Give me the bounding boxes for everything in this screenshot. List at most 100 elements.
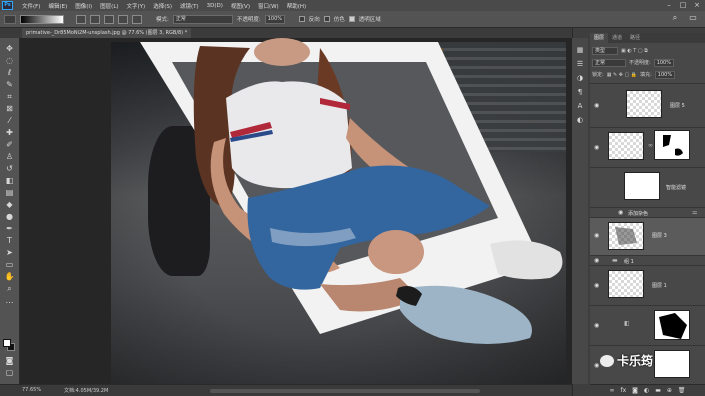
clone-stamp-tool-icon[interactable]: ♙ — [4, 152, 15, 161]
visibility-eye-icon[interactable]: ◉ — [594, 145, 602, 151]
hand-tool-icon[interactable]: ✋ — [4, 272, 15, 281]
tool-preset-picker[interactable] — [4, 14, 16, 24]
dither-checkbox[interactable] — [323, 16, 330, 22]
marquee-tool-icon[interactable]: ◌ — [4, 56, 15, 65]
foreground-color-swatch[interactable] — [3, 339, 11, 347]
type-tool-icon[interactable]: T — [4, 236, 15, 245]
smart-filter-mask[interactable] — [624, 172, 660, 200]
layer-row[interactable]: 智能滤镜 — [590, 167, 705, 207]
add-mask-icon[interactable]: ◙ — [632, 387, 638, 394]
reflected-gradient-icon[interactable] — [118, 14, 128, 24]
menu-filter[interactable]: 滤镜(T) — [180, 2, 199, 10]
opacity-field[interactable]: 100% — [264, 14, 285, 24]
layer-row[interactable]: ◉ 图层 3 — [590, 217, 705, 255]
zoom-level[interactable]: 77.65% — [22, 387, 41, 393]
move-tool-icon[interactable]: ✥ — [4, 44, 15, 53]
menu-3d[interactable]: 3D(D) — [207, 3, 223, 9]
lasso-tool-icon[interactable]: ℓ — [4, 68, 15, 77]
menu-view[interactable]: 视图(V) — [231, 2, 250, 10]
eraser-tool-icon[interactable]: ◧ — [4, 176, 15, 185]
healing-brush-tool-icon[interactable]: ✚ — [4, 128, 15, 137]
fill-field[interactable]: 100% — [654, 70, 675, 79]
new-group-icon[interactable]: ▬ — [655, 387, 661, 394]
visibility-eye-icon[interactable]: ◉ — [594, 323, 602, 329]
horizontal-scrollbar[interactable] — [210, 389, 480, 393]
layer-kind-filter[interactable]: 类型 — [592, 46, 618, 55]
layer-row[interactable]: ◉ 图层 5 — [590, 83, 705, 127]
layer-row[interactable]: ◉ 添加杂色 ⚌ — [590, 207, 705, 217]
minimize-icon[interactable]: – — [662, 0, 676, 11]
tab-layers[interactable]: 图层 — [590, 33, 609, 43]
pen-tool-icon[interactable]: ✒ — [4, 224, 15, 233]
properties-panel-icon[interactable]: ☰ — [575, 60, 585, 69]
layer-style-icon[interactable]: fx — [620, 387, 626, 394]
paragraph-panel-icon[interactable]: ¶ — [575, 88, 585, 97]
angle-gradient-icon[interactable] — [104, 14, 114, 24]
visibility-eye-icon[interactable]: ◉ — [594, 233, 602, 239]
menu-type[interactable]: 文字(Y) — [127, 2, 146, 10]
visibility-eye-icon[interactable]: ◉ — [618, 210, 626, 216]
layer-row[interactable]: ◉ 图层 1 — [590, 265, 705, 305]
filter-icons[interactable]: ▣ ◐ T ▢ ⧉ — [621, 48, 648, 54]
link-icon[interactable]: ∞ — [648, 142, 653, 149]
lock-icons[interactable]: ▦ ✎ ✥ ▢ 🔒 — [607, 72, 637, 78]
blend-mode-select[interactable]: 正常 — [592, 58, 626, 67]
layer-opacity-field[interactable]: 100% — [653, 58, 674, 67]
menu-select[interactable]: 选择(S) — [153, 2, 172, 10]
transparency-checkbox[interactable] — [348, 16, 355, 22]
menu-file[interactable]: 文件(F) — [22, 2, 40, 10]
quick-mask-icon[interactable]: ◙ — [4, 356, 15, 365]
maximize-icon[interactable]: □ — [676, 0, 690, 11]
new-layer-icon[interactable]: ⊕ — [667, 387, 672, 394]
document-info[interactable]: 文档:4.05M/39.2M — [64, 387, 108, 394]
new-adjustment-icon[interactable]: ◐ — [644, 387, 649, 394]
workspace-icon[interactable]: ▭ — [688, 13, 698, 23]
color-panel-icon[interactable]: ◐ — [575, 116, 585, 125]
blur-tool-icon[interactable]: ◆ — [4, 200, 15, 209]
visibility-eye-icon[interactable]: ◉ — [594, 283, 602, 289]
menu-window[interactable]: 窗口(W) — [258, 2, 279, 10]
visibility-eye-icon[interactable]: ◉ — [594, 103, 602, 109]
reverse-checkbox[interactable] — [298, 16, 305, 22]
layer-mask-thumbnail[interactable] — [654, 130, 690, 160]
menu-image[interactable]: 图像(I) — [75, 2, 92, 10]
dodge-tool-icon[interactable]: ● — [4, 212, 15, 221]
layer-row[interactable]: ◉ ▬ 组 1 — [590, 255, 705, 265]
layer-mask-thumbnail[interactable] — [654, 310, 690, 340]
linear-gradient-icon[interactable] — [76, 14, 86, 24]
history-brush-tool-icon[interactable]: ↺ — [4, 164, 15, 173]
radial-gradient-icon[interactable] — [90, 14, 100, 24]
filter-options-icon[interactable]: ⚌ — [692, 209, 697, 216]
character-panel-icon[interactable]: A — [575, 102, 585, 111]
close-icon[interactable]: × — [690, 0, 704, 11]
gradient-editor-swatch[interactable] — [20, 14, 64, 24]
menu-help[interactable]: 帮助(H) — [287, 2, 306, 10]
document-tab[interactable]: primative-_Dr85MoNi2M-unsplash.jpg @ 77.… — [22, 28, 192, 38]
tab-channels[interactable]: 通道 — [608, 33, 626, 43]
adjustments-panel-icon[interactable]: ◑ — [575, 74, 585, 83]
layer-row[interactable]: ◉ ◧ — [590, 305, 705, 345]
layer-row[interactable]: ◉ ∞ — [590, 127, 705, 167]
history-panel-icon[interactable]: ▦ — [575, 46, 585, 55]
zoom-tool-icon[interactable]: ⌕ — [4, 284, 15, 293]
gradient-tool-icon[interactable]: ▤ — [4, 188, 15, 197]
brush-tool-icon[interactable]: ✐ — [4, 140, 15, 149]
search-icon[interactable]: ⌕ — [670, 13, 680, 23]
tab-paths[interactable]: 路径 — [626, 33, 644, 43]
visibility-eye-icon[interactable]: ◉ — [594, 258, 602, 264]
link-layers-icon[interactable]: ∞ — [609, 387, 614, 394]
menu-edit[interactable]: 编辑(E) — [48, 2, 67, 10]
eyedropper-tool-icon[interactable]: ⁄ — [4, 116, 15, 125]
crop-tool-icon[interactable]: ⌗ — [4, 92, 15, 101]
rectangle-tool-icon[interactable]: ▭ — [4, 260, 15, 269]
diamond-gradient-icon[interactable] — [132, 14, 142, 24]
more-tools-icon[interactable]: … — [4, 296, 15, 305]
menu-layer[interactable]: 图层(L) — [100, 2, 118, 10]
quick-select-tool-icon[interactable]: ✎ — [4, 80, 15, 89]
path-select-tool-icon[interactable]: ➤ — [4, 248, 15, 257]
trash-icon[interactable]: 🗑 — [678, 387, 686, 394]
frame-tool-icon[interactable]: ⊠ — [4, 104, 15, 113]
screen-mode-icon[interactable]: ▢ — [4, 368, 15, 377]
canvas-area[interactable] — [20, 38, 572, 384]
mode-select[interactable]: 正常 — [172, 14, 233, 24]
